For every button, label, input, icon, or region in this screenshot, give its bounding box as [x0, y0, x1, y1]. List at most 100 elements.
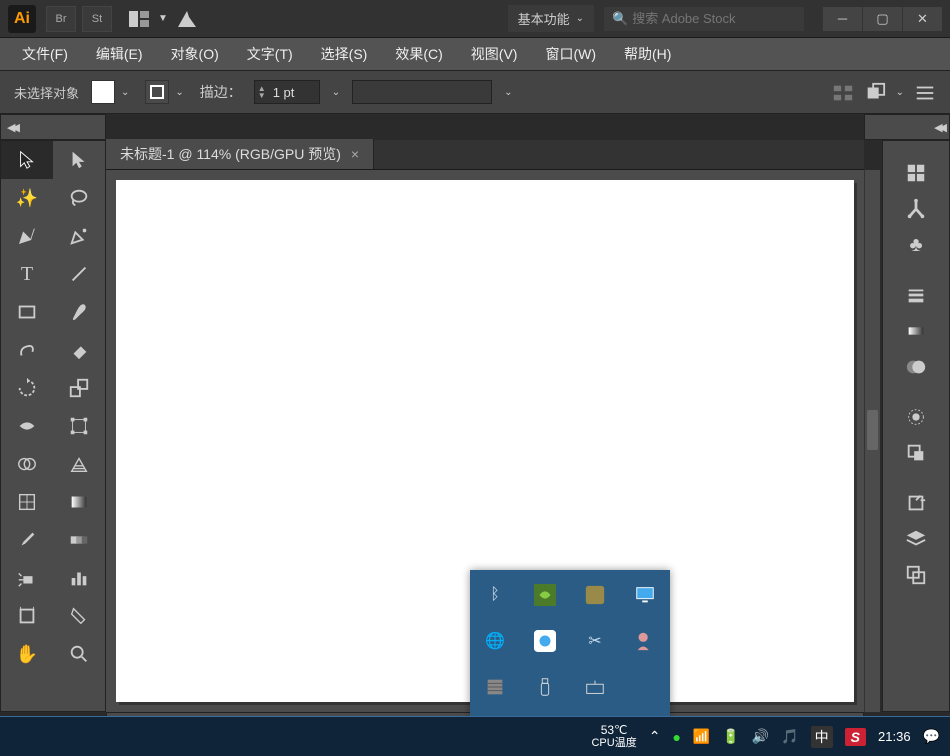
- blend-tool[interactable]: [53, 521, 105, 559]
- clock[interactable]: 21:36: [878, 729, 911, 744]
- menu-select[interactable]: 选择(S): [307, 40, 382, 68]
- stroke-swatch[interactable]: [145, 80, 169, 104]
- app-tray-icon-1[interactable]: [584, 584, 606, 606]
- nvidia-icon[interactable]: [534, 584, 556, 606]
- libraries-panel-icon[interactable]: [899, 193, 933, 225]
- disk-icon[interactable]: [484, 676, 506, 698]
- selection-tool[interactable]: [1, 141, 53, 179]
- brushes-panel-icon[interactable]: ♣: [899, 229, 933, 261]
- eyedropper-tool[interactable]: [1, 521, 53, 559]
- sogou-input-icon[interactable]: S: [845, 728, 866, 746]
- stroke-panel-icon[interactable]: [899, 279, 933, 311]
- chevron-down-icon[interactable]: ⌄: [504, 87, 512, 98]
- close-icon[interactable]: ×: [351, 146, 359, 162]
- chevron-down-icon[interactable]: ⌄: [171, 87, 187, 98]
- appearance-panel-icon[interactable]: [899, 401, 933, 433]
- ime-indicator[interactable]: 中: [811, 726, 833, 748]
- menu-view[interactable]: 视图(V): [457, 40, 532, 68]
- stroke-weight-stepper[interactable]: ▲▼ 1 pt: [254, 80, 320, 104]
- pen-tool[interactable]: [1, 217, 53, 255]
- cpu-temperature-widget[interactable]: 53℃ CPU温度: [591, 724, 636, 750]
- bluetooth-icon[interactable]: ᛒ: [484, 584, 506, 606]
- menu-file[interactable]: 文件(F): [8, 40, 82, 68]
- monitor-icon[interactable]: [634, 584, 656, 606]
- globe-icon[interactable]: 🌐: [484, 630, 506, 652]
- artboards-panel-icon[interactable]: [899, 559, 933, 591]
- options-menu-icon[interactable]: [914, 82, 936, 102]
- slice-tool[interactable]: [53, 597, 105, 635]
- music-icon[interactable]: 🎵: [781, 728, 798, 745]
- rectangle-tool[interactable]: [1, 293, 53, 331]
- menu-edit[interactable]: 编辑(E): [82, 40, 157, 68]
- menu-object[interactable]: 对象(O): [157, 40, 233, 68]
- chevron-down-icon[interactable]: ⌄: [896, 87, 904, 98]
- workspace-selector[interactable]: 基本功能 ⌄: [508, 5, 594, 32]
- close-button[interactable]: ✕: [902, 7, 942, 31]
- menu-window[interactable]: 窗口(W): [531, 40, 610, 68]
- lasso-tool[interactable]: [53, 179, 105, 217]
- keyboard-icon[interactable]: [584, 676, 606, 698]
- battery-icon[interactable]: 🔋: [722, 728, 739, 745]
- graphic-styles-panel-icon[interactable]: [899, 437, 933, 469]
- artboard-tool[interactable]: [1, 597, 53, 635]
- hand-tool[interactable]: ✋: [1, 635, 53, 673]
- brush-definition[interactable]: [352, 80, 492, 104]
- magic-wand-tool[interactable]: ✨: [1, 179, 53, 217]
- gradient-tool[interactable]: [53, 483, 105, 521]
- fill-swatch[interactable]: [91, 80, 115, 104]
- wifi-icon[interactable]: 📶: [693, 728, 710, 745]
- swatches-panel-icon[interactable]: [899, 351, 933, 383]
- curvature-tool[interactable]: [53, 217, 105, 255]
- scrollbar-thumb[interactable]: [867, 410, 878, 450]
- chevron-down-icon[interactable]: ⌄: [117, 87, 133, 98]
- transform-panel-icon[interactable]: [899, 487, 933, 519]
- bridge-button[interactable]: Br: [46, 6, 76, 32]
- usb-icon[interactable]: [534, 676, 556, 698]
- type-tool[interactable]: T: [1, 255, 53, 293]
- app-tray-icon-2[interactable]: [534, 630, 556, 652]
- tray-expand-icon[interactable]: ⌃: [649, 728, 661, 745]
- shape-builder-tool[interactable]: [1, 445, 53, 483]
- right-panel-dock: ♣: [882, 140, 950, 712]
- chevron-down-icon[interactable]: ⌄: [332, 87, 340, 98]
- left-panel-header[interactable]: ◀◀: [0, 114, 106, 140]
- right-panel-header[interactable]: ◀◀: [864, 114, 950, 140]
- perspective-grid-tool[interactable]: [53, 445, 105, 483]
- rotate-tool[interactable]: [1, 369, 53, 407]
- symbol-sprayer-tool[interactable]: [1, 559, 53, 597]
- volume-icon[interactable]: 🔊: [752, 728, 769, 745]
- scale-tool[interactable]: [53, 369, 105, 407]
- align-icon[interactable]: [832, 82, 854, 102]
- wechat-icon[interactable]: ●: [672, 729, 680, 745]
- gpu-preview-icon[interactable]: [174, 9, 200, 29]
- vertical-scrollbar[interactable]: [864, 170, 880, 712]
- menu-type[interactable]: 文字(T): [233, 40, 307, 68]
- free-transform-tool[interactable]: [53, 407, 105, 445]
- minimize-button[interactable]: ─: [822, 7, 862, 31]
- line-segment-tool[interactable]: [53, 255, 105, 293]
- color-panel-icon[interactable]: [899, 315, 933, 347]
- user-icon[interactable]: [634, 630, 656, 652]
- menu-effect[interactable]: 效果(C): [381, 40, 456, 68]
- column-graph-tool[interactable]: [53, 559, 105, 597]
- stock-button[interactable]: St: [82, 6, 112, 32]
- mesh-tool[interactable]: [1, 483, 53, 521]
- transform-panel-icon[interactable]: [864, 82, 886, 102]
- chevron-down-icon[interactable]: ▼: [158, 13, 168, 24]
- paintbrush-tool[interactable]: [53, 293, 105, 331]
- document-tab[interactable]: 未标题-1 @ 114% (RGB/GPU 预览) ×: [106, 139, 374, 169]
- properties-panel-icon[interactable]: [899, 157, 933, 189]
- direct-selection-tool[interactable]: [53, 141, 105, 179]
- layers-panel-icon[interactable]: [899, 523, 933, 555]
- eraser-tool[interactable]: [53, 331, 105, 369]
- shaper-tool[interactable]: [1, 331, 53, 369]
- menu-help[interactable]: 帮助(H): [610, 40, 685, 68]
- arrange-docs-icon[interactable]: [126, 9, 152, 29]
- search-input[interactable]: [632, 11, 796, 26]
- action-center-icon[interactable]: 💬: [923, 728, 940, 745]
- search-box[interactable]: 🔍: [604, 7, 804, 31]
- zoom-tool[interactable]: [53, 635, 105, 673]
- scissors-icon[interactable]: ✂: [584, 630, 606, 652]
- maximize-button[interactable]: ▢: [862, 7, 902, 31]
- width-tool[interactable]: [1, 407, 53, 445]
